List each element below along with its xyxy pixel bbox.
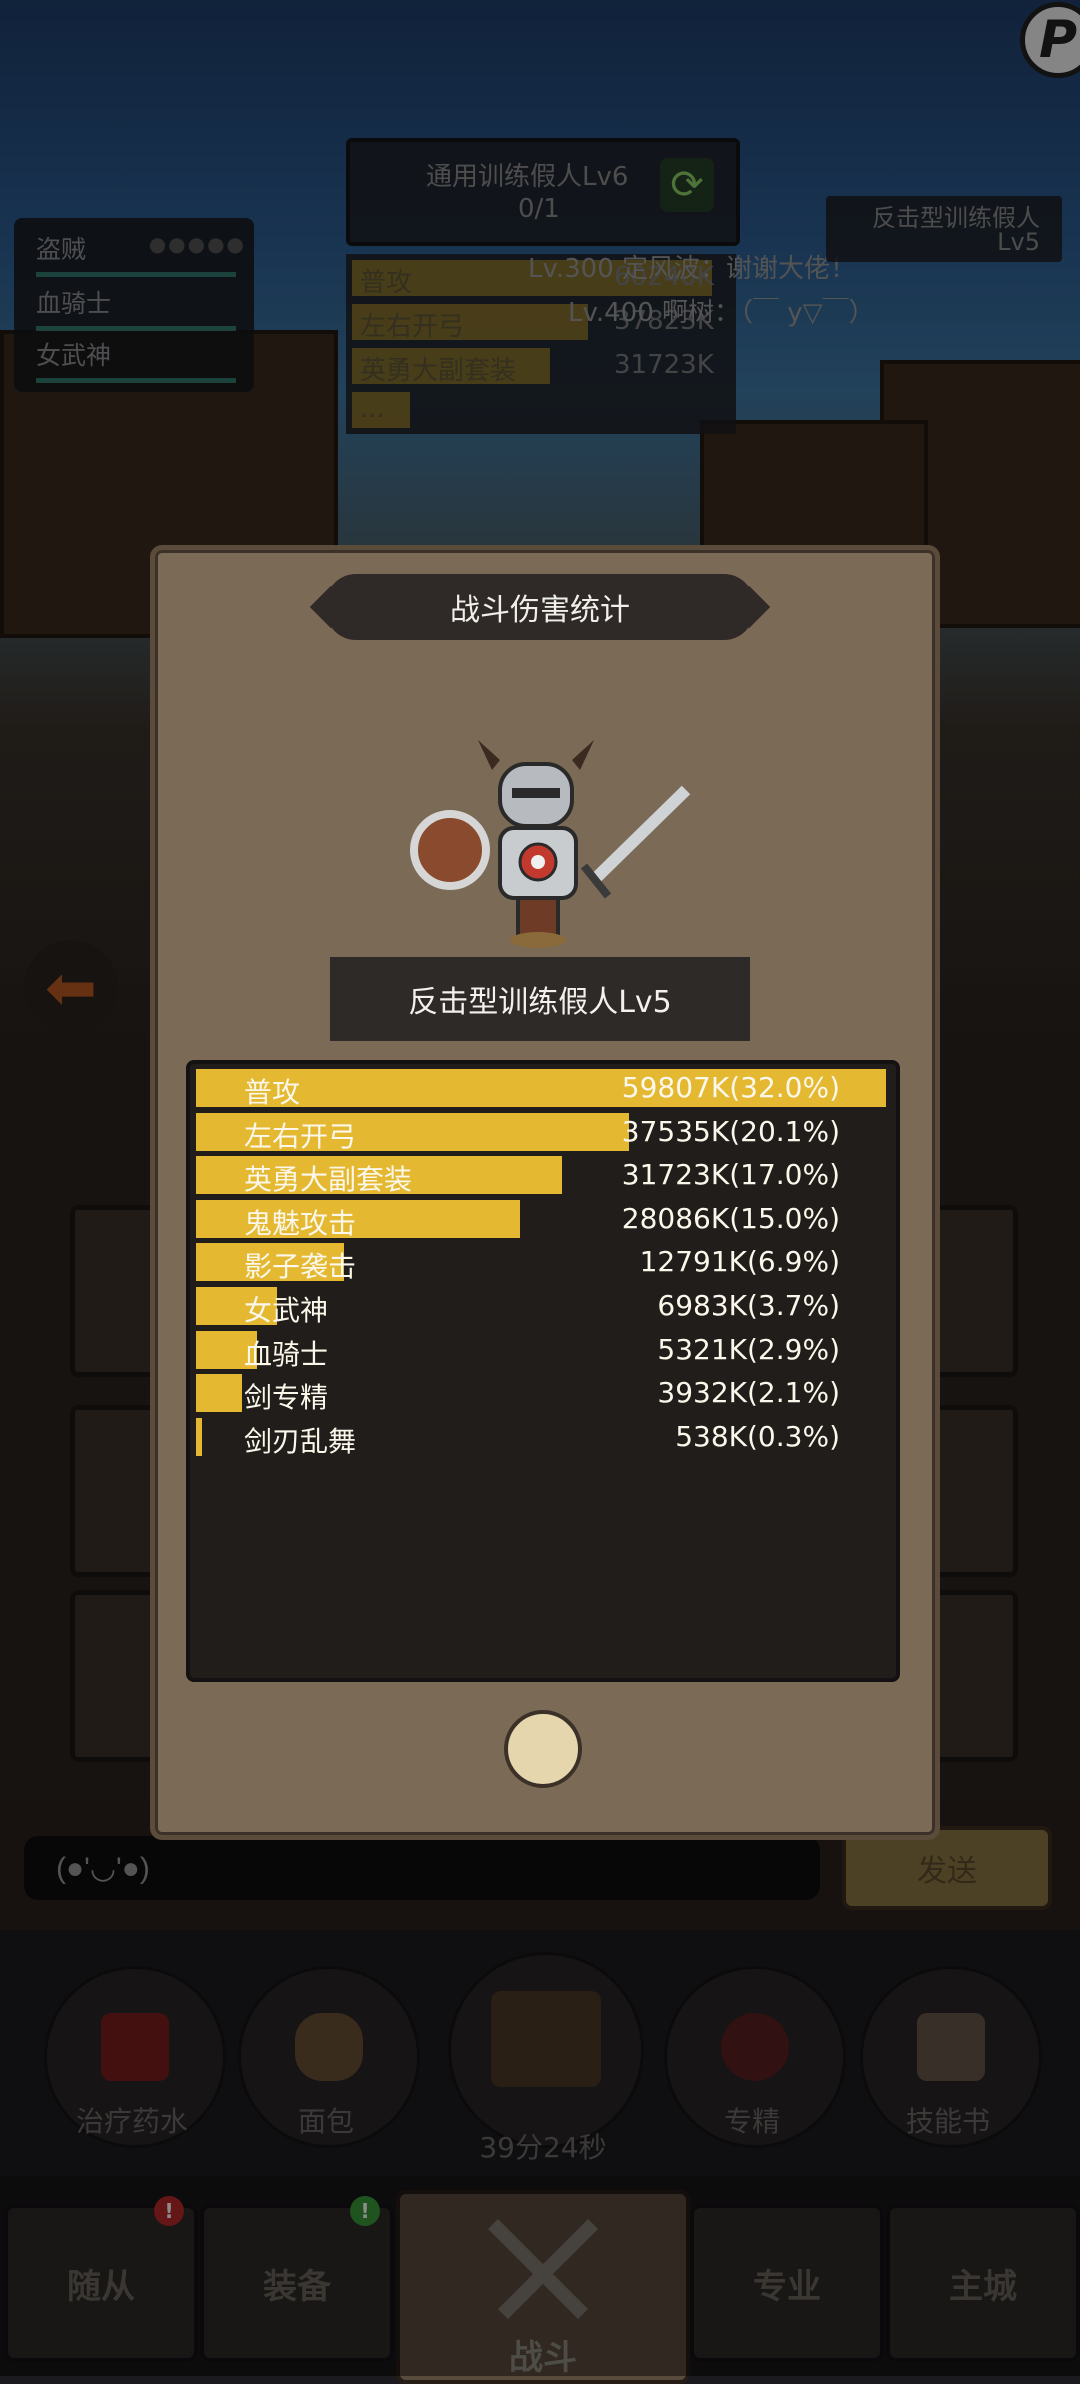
training-dummy-knight-icon bbox=[410, 740, 691, 948]
damage-value: 538K(0.3%) bbox=[675, 1419, 840, 1453]
damage-row: 英勇大副套装 31723K(17.0%) bbox=[196, 1156, 886, 1196]
damage-source-label: 影子袭击 bbox=[244, 1250, 357, 1284]
damage-source-label: 血骑士 bbox=[244, 1337, 329, 1371]
damage-value: 6983K(3.7%) bbox=[657, 1289, 840, 1322]
damage-source-label: 剑刃乱舞 bbox=[244, 1424, 357, 1458]
damage-row: 普攻 59807K(32.0%) bbox=[196, 1069, 886, 1109]
damage-row: 女武神 6983K(3.7%) bbox=[196, 1287, 886, 1327]
damage-value: 59807K(32.0%) bbox=[621, 1071, 840, 1104]
damage-source-label: 女武神 bbox=[244, 1294, 329, 1327]
damage-value: 5321K(2.9%) bbox=[657, 1332, 840, 1366]
boss-name: 反击型训练假人Lv5 bbox=[330, 957, 750, 1041]
damage-row: 剑刃乱舞 538K(0.3%) bbox=[196, 1417, 886, 1458]
damage-value: 31723K(17.0%) bbox=[621, 1158, 840, 1192]
damage-source-label: 左右开弓 bbox=[244, 1119, 357, 1153]
damage-bar bbox=[196, 1417, 202, 1456]
damage-row: 剑专精 3932K(2.1%) bbox=[196, 1374, 886, 1414]
damage-row: 鬼魅攻击 28086K(15.0%) bbox=[196, 1199, 886, 1240]
dialog-title: 战斗伤害统计 bbox=[326, 574, 754, 640]
damage-row: 血骑士 5321K(2.9%) bbox=[196, 1330, 886, 1371]
damage-source-label: 普攻 bbox=[244, 1076, 301, 1109]
damage-bar bbox=[196, 1374, 242, 1413]
damage-source-label: 英勇大副套装 bbox=[244, 1163, 413, 1197]
damage-row: 影子袭击 12791K(6.9%) bbox=[196, 1243, 886, 1283]
damage-value: 37535K(20.1%) bbox=[621, 1114, 840, 1148]
damage-value: 3932K(2.1%) bbox=[657, 1376, 840, 1410]
damage-source-label: 鬼魅攻击 bbox=[244, 1206, 357, 1240]
close-button[interactable] bbox=[504, 1710, 582, 1788]
damage-source-label: 剑专精 bbox=[244, 1381, 329, 1415]
damage-value: 28086K(15.0%) bbox=[621, 1201, 840, 1235]
damage-row: 左右开弓 37535K(20.1%) bbox=[196, 1112, 886, 1153]
damage-value: 12791K(6.9%) bbox=[639, 1245, 840, 1279]
